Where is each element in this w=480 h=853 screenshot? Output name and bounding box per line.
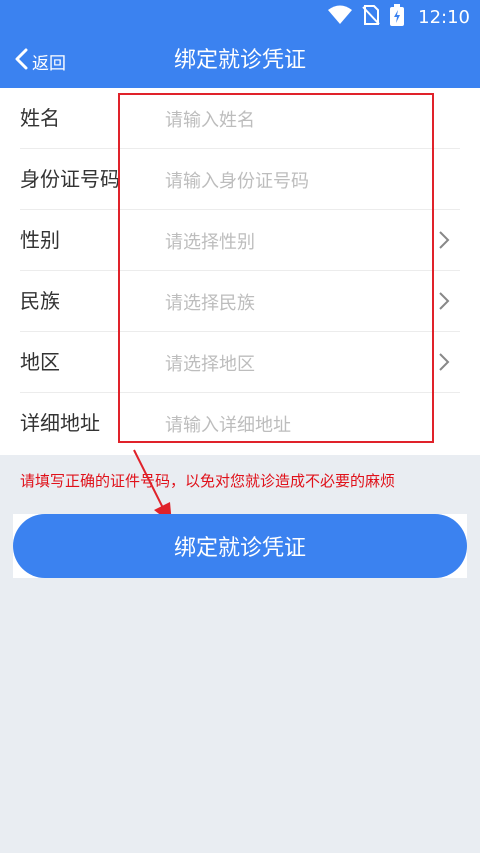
address-label: 详细地址 — [20, 411, 100, 435]
region-select[interactable] — [163, 346, 437, 382]
chevron-right-icon — [434, 352, 454, 372]
submit-container: 绑定就诊凭证 — [13, 514, 467, 578]
name-input[interactable] — [163, 102, 437, 138]
binding-form: 姓名 身份证号码 性别 民族 地区 详细地址 — [0, 88, 480, 455]
battery-charging-icon — [390, 4, 405, 30]
form-row-gender[interactable]: 性别 — [0, 210, 480, 271]
id-number-input[interactable] — [163, 163, 437, 199]
chevron-right-icon — [434, 291, 454, 311]
region-label: 地区 — [20, 350, 60, 374]
status-bar: 12:10 — [0, 0, 480, 34]
page-title: 绑定就诊凭证 — [173, 48, 306, 73]
name-label: 姓名 — [20, 106, 60, 130]
form-row-region[interactable]: 地区 — [0, 332, 480, 393]
ethnicity-label: 民族 — [20, 289, 60, 313]
address-input[interactable] — [163, 407, 437, 443]
nav-bar: 返回 绑定就诊凭证 — [0, 34, 480, 88]
form-row-ethnicity[interactable]: 民族 — [0, 271, 480, 332]
chevron-right-icon — [434, 230, 454, 250]
form-row-address: 详细地址 — [0, 393, 480, 454]
form-row-id-number: 身份证号码 — [0, 149, 480, 210]
bind-credential-button[interactable]: 绑定就诊凭证 — [13, 514, 467, 578]
no-sim-icon — [362, 5, 380, 29]
gender-label: 性别 — [20, 228, 60, 252]
wifi-icon — [328, 5, 353, 29]
warning-text: 请填写正确的证件号码，以免对您就诊造成不必要的麻烦 — [20, 472, 396, 490]
id-number-label: 身份证号码 — [20, 167, 120, 191]
status-icons: 12:10 — [328, 4, 470, 30]
ethnicity-select[interactable] — [163, 285, 437, 321]
status-time: 12:10 — [418, 6, 470, 28]
form-row-name: 姓名 — [0, 88, 480, 149]
gender-select[interactable] — [163, 224, 437, 260]
